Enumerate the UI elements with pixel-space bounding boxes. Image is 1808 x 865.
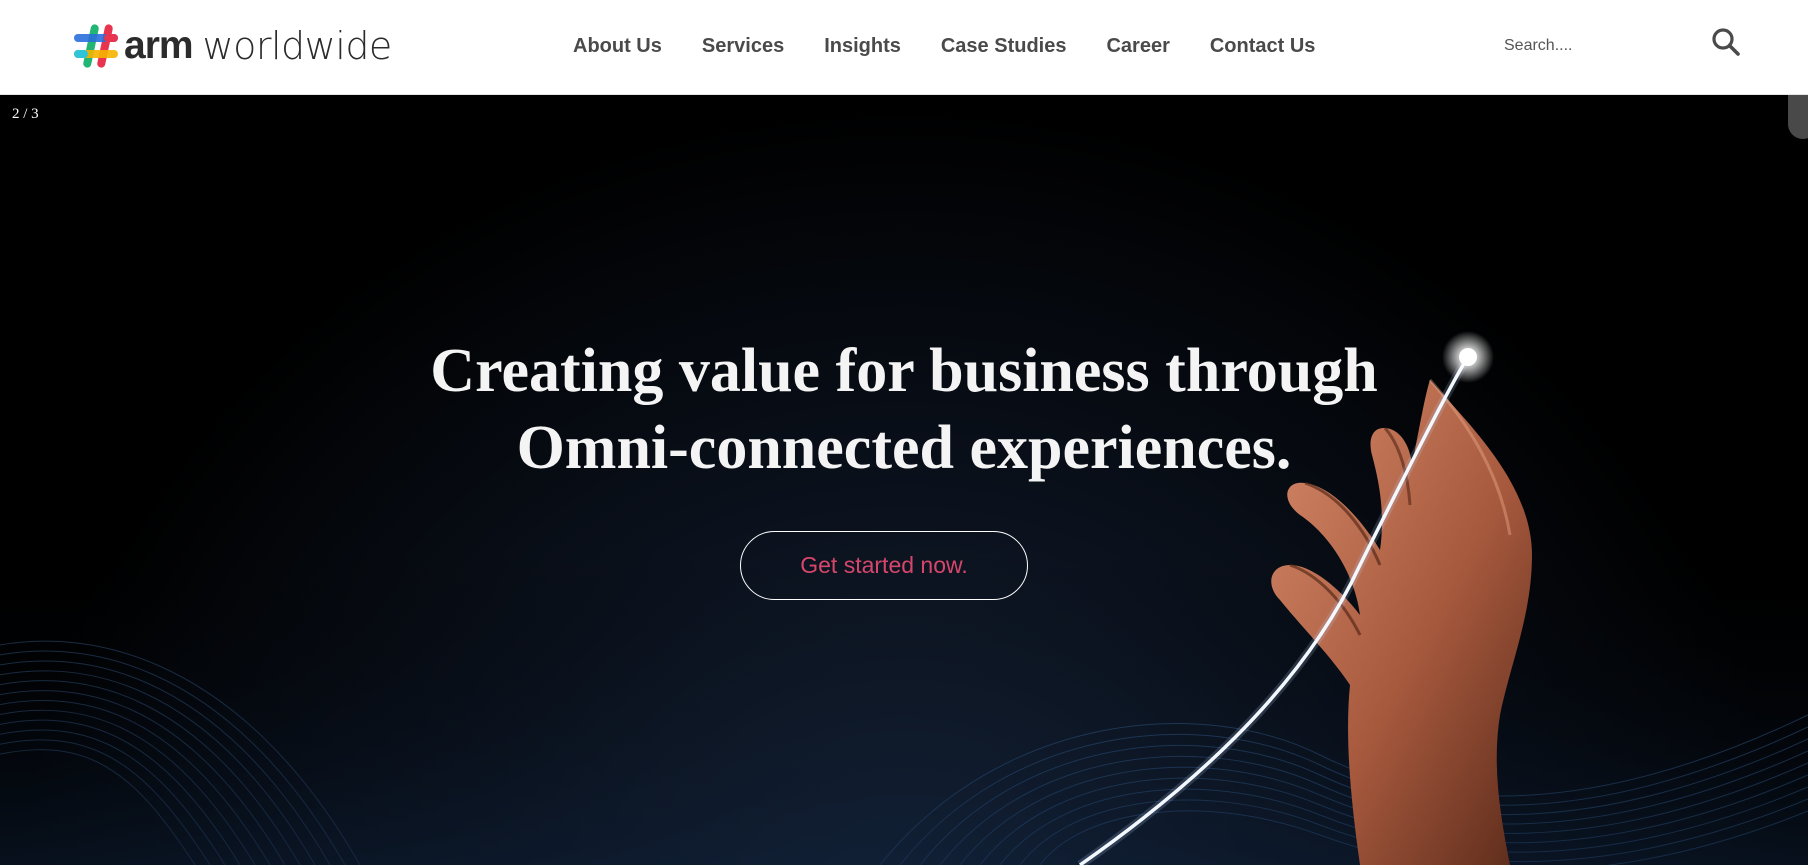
hero-title-line-2: Omni-connected experiences. (516, 414, 1292, 482)
hero-slider: 2 / 3 Creating value for business throug… (0, 95, 1808, 865)
nav-career[interactable]: Career (1106, 35, 1169, 58)
hero-title-line-1: Creating value for business through (430, 337, 1378, 405)
logo-text-light: worldwide (202, 24, 393, 68)
nav-contact-us[interactable]: Contact Us (1210, 35, 1316, 58)
site-header: arm worldwide About Us Services Insights… (0, 0, 1808, 95)
brand-logo[interactable]: arm worldwide (70, 20, 392, 72)
nav-about-us[interactable]: About Us (573, 35, 662, 58)
scrollbar-thumb[interactable] (1788, 95, 1808, 139)
search-input[interactable] (1496, 30, 1696, 62)
logo-text-bold: arm (124, 24, 194, 67)
nav-insights[interactable]: Insights (824, 35, 901, 58)
nav-services[interactable]: Services (702, 35, 784, 58)
nav-case-studies[interactable]: Case Studies (941, 35, 1067, 58)
search-icon[interactable] (1710, 26, 1742, 58)
main-nav: About Us Services Insights Case Studies … (553, 0, 1335, 92)
hero-title: Creating value for business through Omni… (304, 333, 1504, 487)
hashtag-logo-icon (74, 24, 118, 68)
get-started-button[interactable]: Get started now. (740, 531, 1028, 600)
slide-counter: 2 / 3 (12, 106, 39, 122)
